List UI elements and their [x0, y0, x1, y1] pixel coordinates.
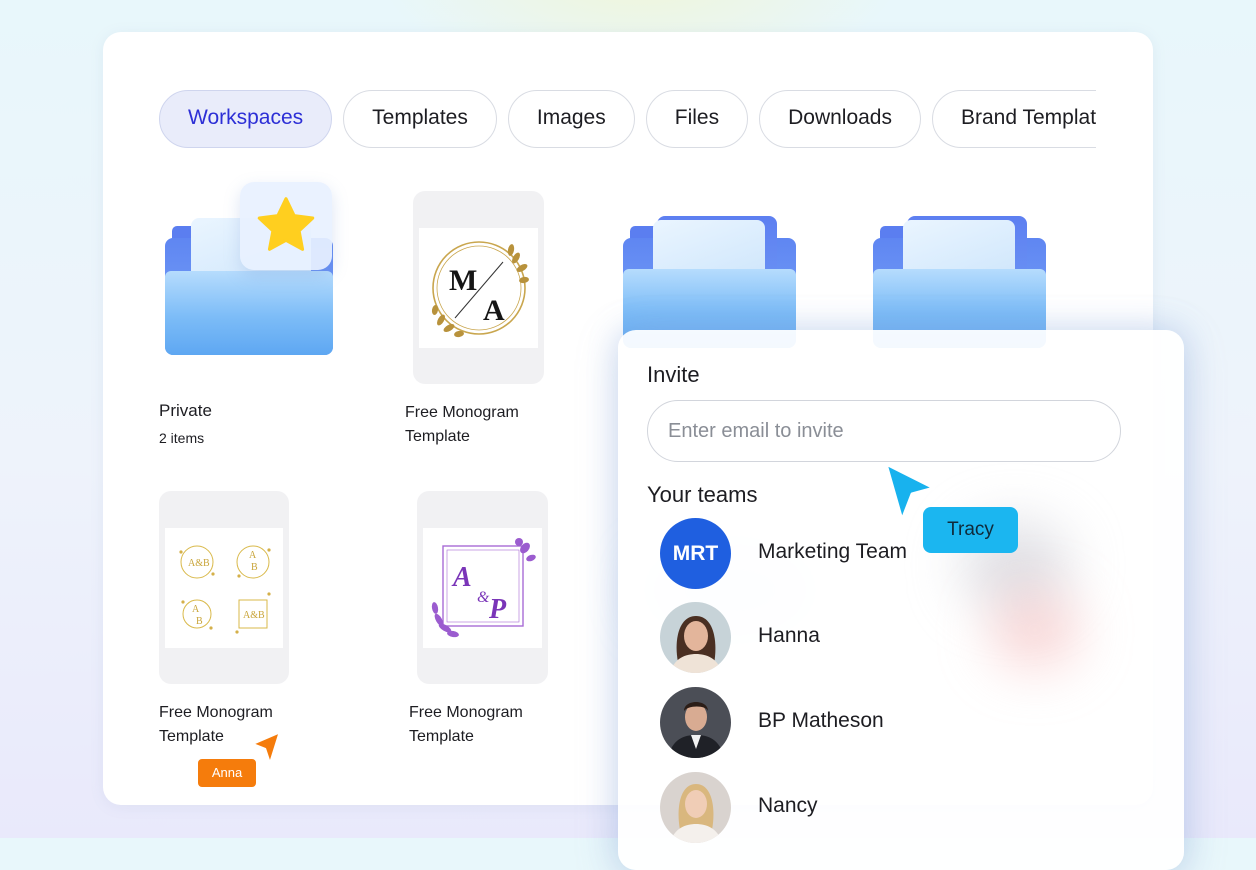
svg-text:A&B: A&B — [188, 558, 210, 569]
template-name-line2: Template — [405, 428, 470, 445]
tab-workspaces[interactable]: Workspaces — [159, 90, 333, 148]
user-avatar — [660, 772, 731, 843]
tab-brand-templates[interactable]: Brand Templates — [932, 90, 1096, 148]
tab-images[interactable]: Images — [507, 90, 635, 148]
star-icon — [240, 182, 332, 270]
template-name-line2: Template — [159, 728, 224, 745]
anna-cursor-label: Anna — [198, 759, 256, 787]
svg-text:A: A — [249, 550, 257, 561]
svg-text:A: A — [192, 604, 200, 615]
team-name: Nancy — [758, 794, 818, 817]
user-avatar — [660, 687, 731, 758]
team-name: Hanna — [758, 624, 820, 647]
template-name-line1: Free Monogram — [159, 704, 273, 721]
team-row-hanna[interactable]: Hanna — [660, 602, 1130, 674]
user-avatar — [660, 602, 731, 673]
tracy-cursor-label: Tracy — [923, 507, 1018, 553]
monogram-letter-a: A — [483, 294, 505, 327]
invite-title: Invite — [647, 362, 700, 387]
template-name-line2: Template — [409, 728, 474, 745]
folder-name: Private — [159, 401, 212, 420]
team-name: Marketing Team — [758, 540, 908, 563]
svg-text:B: B — [251, 562, 258, 573]
monogram-ab-image: A&B AB AB A&B — [179, 545, 271, 634]
template-thumbnail-ab[interactable]: A&B AB AB A&B — [159, 491, 289, 684]
category-tabs: Workspaces Templates Images Files Downloads B… — [159, 90, 1096, 148]
folder-item-count: 2 items — [159, 430, 205, 446]
template-thumbnail-ap[interactable]: A & P — [417, 491, 548, 684]
monogram-letter-a: A — [451, 562, 472, 593]
team-row-nancy[interactable]: Nancy — [660, 772, 1130, 844]
tab-files[interactable]: Files — [645, 90, 749, 148]
monogram-ma-image: M A — [431, 241, 529, 338]
tab-templates[interactable]: Templates — [343, 90, 497, 148]
template-name-line1: Free Monogram — [409, 704, 523, 721]
svg-text:A&B: A&B — [243, 610, 265, 621]
svg-text:B: B — [196, 616, 203, 627]
team-avatar: MRT — [660, 518, 731, 589]
team-name: BP Matheson — [758, 709, 884, 732]
invite-email-input[interactable] — [647, 400, 1121, 462]
template-thumbnail-ma[interactable]: M A — [413, 191, 544, 384]
team-row-bp-matheson[interactable]: BP Matheson — [660, 687, 1130, 759]
teams-title: Your teams — [647, 482, 758, 507]
monogram-ap-image: A & P — [431, 538, 536, 638]
monogram-letter-m: M — [449, 264, 477, 297]
template-name-line1: Free Monogram — [405, 404, 519, 421]
monogram-letter-p: P — [488, 594, 507, 625]
tab-downloads[interactable]: Downloads — [759, 90, 921, 148]
